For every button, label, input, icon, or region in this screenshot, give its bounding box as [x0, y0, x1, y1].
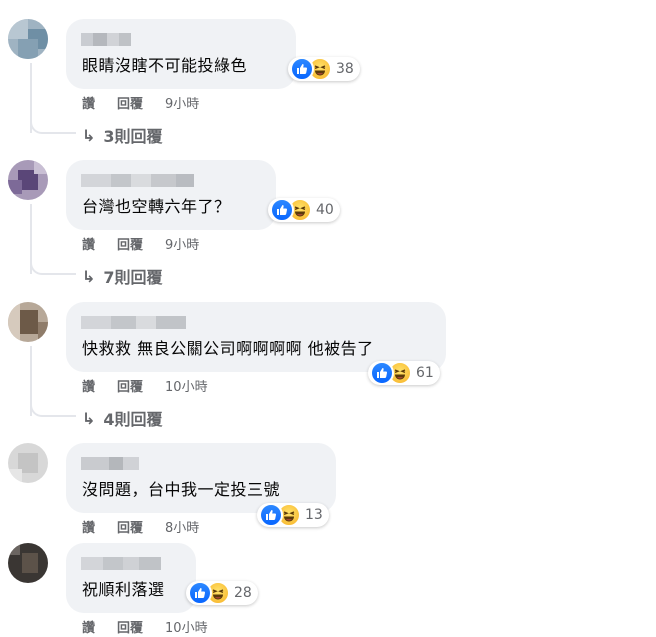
comment-text: 眼睛沒瞎不可能投綠色	[82, 56, 248, 75]
replies-count: 4則回覆	[103, 410, 163, 429]
timestamp[interactable]: 9小時	[165, 93, 199, 112]
comment-text: 沒問題，台中我一定投三號	[82, 480, 281, 499]
avatar[interactable]	[8, 160, 48, 200]
author-name[interactable]	[81, 557, 161, 570]
like-icon	[188, 581, 212, 605]
reply-button[interactable]: 回覆	[117, 376, 143, 395]
comment-thread: 眼睛沒瞎不可能投綠色 38 讚 回覆 9小時 ↳ 3則回覆 台灣也空轉六年了？ …	[0, 0, 656, 637]
reaction-count: 38	[336, 61, 354, 77]
comment-actions: 讚 回覆 9小時	[82, 234, 199, 253]
author-name[interactable]	[81, 174, 194, 187]
replies-count: 7則回覆	[103, 268, 163, 287]
reaction-count: 13	[305, 507, 323, 523]
like-button[interactable]: 讚	[82, 93, 95, 112]
avatar[interactable]	[8, 302, 48, 342]
comment-actions: 讚 回覆 8小時	[82, 517, 199, 536]
view-replies-link[interactable]: ↳ 3則回覆	[82, 123, 163, 147]
view-replies-link[interactable]: ↳ 4則回覆	[82, 406, 163, 430]
comment-bubble: 祝順利落選	[66, 543, 196, 613]
reaction-summary[interactable]: 13	[257, 503, 329, 527]
reply-arrow-icon: ↳	[82, 125, 96, 145]
like-icon	[259, 503, 283, 527]
comment-text: 快救救 無良公關公司啊啊啊啊 他被告了	[82, 339, 374, 358]
comment-item: 快救救 無良公關公司啊啊啊啊 他被告了 61 讚 回覆 10小時 ↳ 4則回覆	[0, 302, 656, 432]
timestamp[interactable]: 10小時	[165, 617, 208, 636]
timestamp[interactable]: 10小時	[165, 376, 208, 395]
timestamp[interactable]: 9小時	[165, 234, 199, 253]
comment-text: 台灣也空轉六年了？	[82, 197, 231, 216]
author-name[interactable]	[81, 316, 186, 329]
reaction-summary[interactable]: 28	[186, 581, 258, 605]
author-name[interactable]	[81, 457, 139, 470]
comment-item: 眼睛沒瞎不可能投綠色 38 讚 回覆 9小時 ↳ 3則回覆	[0, 19, 656, 149]
replies-count: 3則回覆	[103, 127, 163, 146]
reply-button[interactable]: 回覆	[117, 617, 143, 636]
reaction-summary[interactable]: 61	[368, 361, 440, 385]
comment-item: 祝順利落選 28 讚 回覆 10小時	[0, 543, 656, 637]
like-button[interactable]: 讚	[82, 617, 95, 636]
like-icon	[290, 57, 314, 81]
avatar[interactable]	[8, 543, 48, 583]
reaction-summary[interactable]: 40	[268, 198, 340, 222]
reaction-summary[interactable]: 38	[288, 57, 360, 81]
avatar[interactable]	[8, 19, 48, 59]
comment-text: 祝順利落選	[82, 580, 165, 599]
author-name[interactable]	[81, 33, 131, 46]
reply-arrow-icon: ↳	[82, 408, 96, 428]
reply-button[interactable]: 回覆	[117, 93, 143, 112]
reply-button[interactable]: 回覆	[117, 517, 143, 536]
like-button[interactable]: 讚	[82, 234, 95, 253]
like-button[interactable]: 讚	[82, 517, 95, 536]
comment-bubble: 眼睛沒瞎不可能投綠色	[66, 19, 296, 89]
like-icon	[270, 198, 294, 222]
reaction-count: 61	[416, 365, 434, 381]
like-icon	[370, 361, 394, 385]
reply-button[interactable]: 回覆	[117, 234, 143, 253]
reply-arrow-icon: ↳	[82, 266, 96, 286]
comment-item: 沒問題，台中我一定投三號 13 讚 回覆 8小時	[0, 443, 656, 538]
thread-connector	[30, 257, 76, 275]
reaction-count: 28	[234, 585, 252, 601]
comment-actions: 讚 回覆 10小時	[82, 617, 208, 636]
like-button[interactable]: 讚	[82, 376, 95, 395]
thread-connector	[30, 399, 76, 417]
thread-connector	[30, 116, 76, 134]
avatar[interactable]	[8, 443, 48, 483]
comment-actions: 讚 回覆 9小時	[82, 93, 199, 112]
comment-item: 台灣也空轉六年了？ 40 讚 回覆 9小時 ↳ 7則回覆	[0, 160, 656, 290]
reaction-count: 40	[316, 202, 334, 218]
view-replies-link[interactable]: ↳ 7則回覆	[82, 264, 163, 288]
comment-bubble: 台灣也空轉六年了？	[66, 160, 276, 230]
timestamp[interactable]: 8小時	[165, 517, 199, 536]
comment-actions: 讚 回覆 10小時	[82, 376, 208, 395]
